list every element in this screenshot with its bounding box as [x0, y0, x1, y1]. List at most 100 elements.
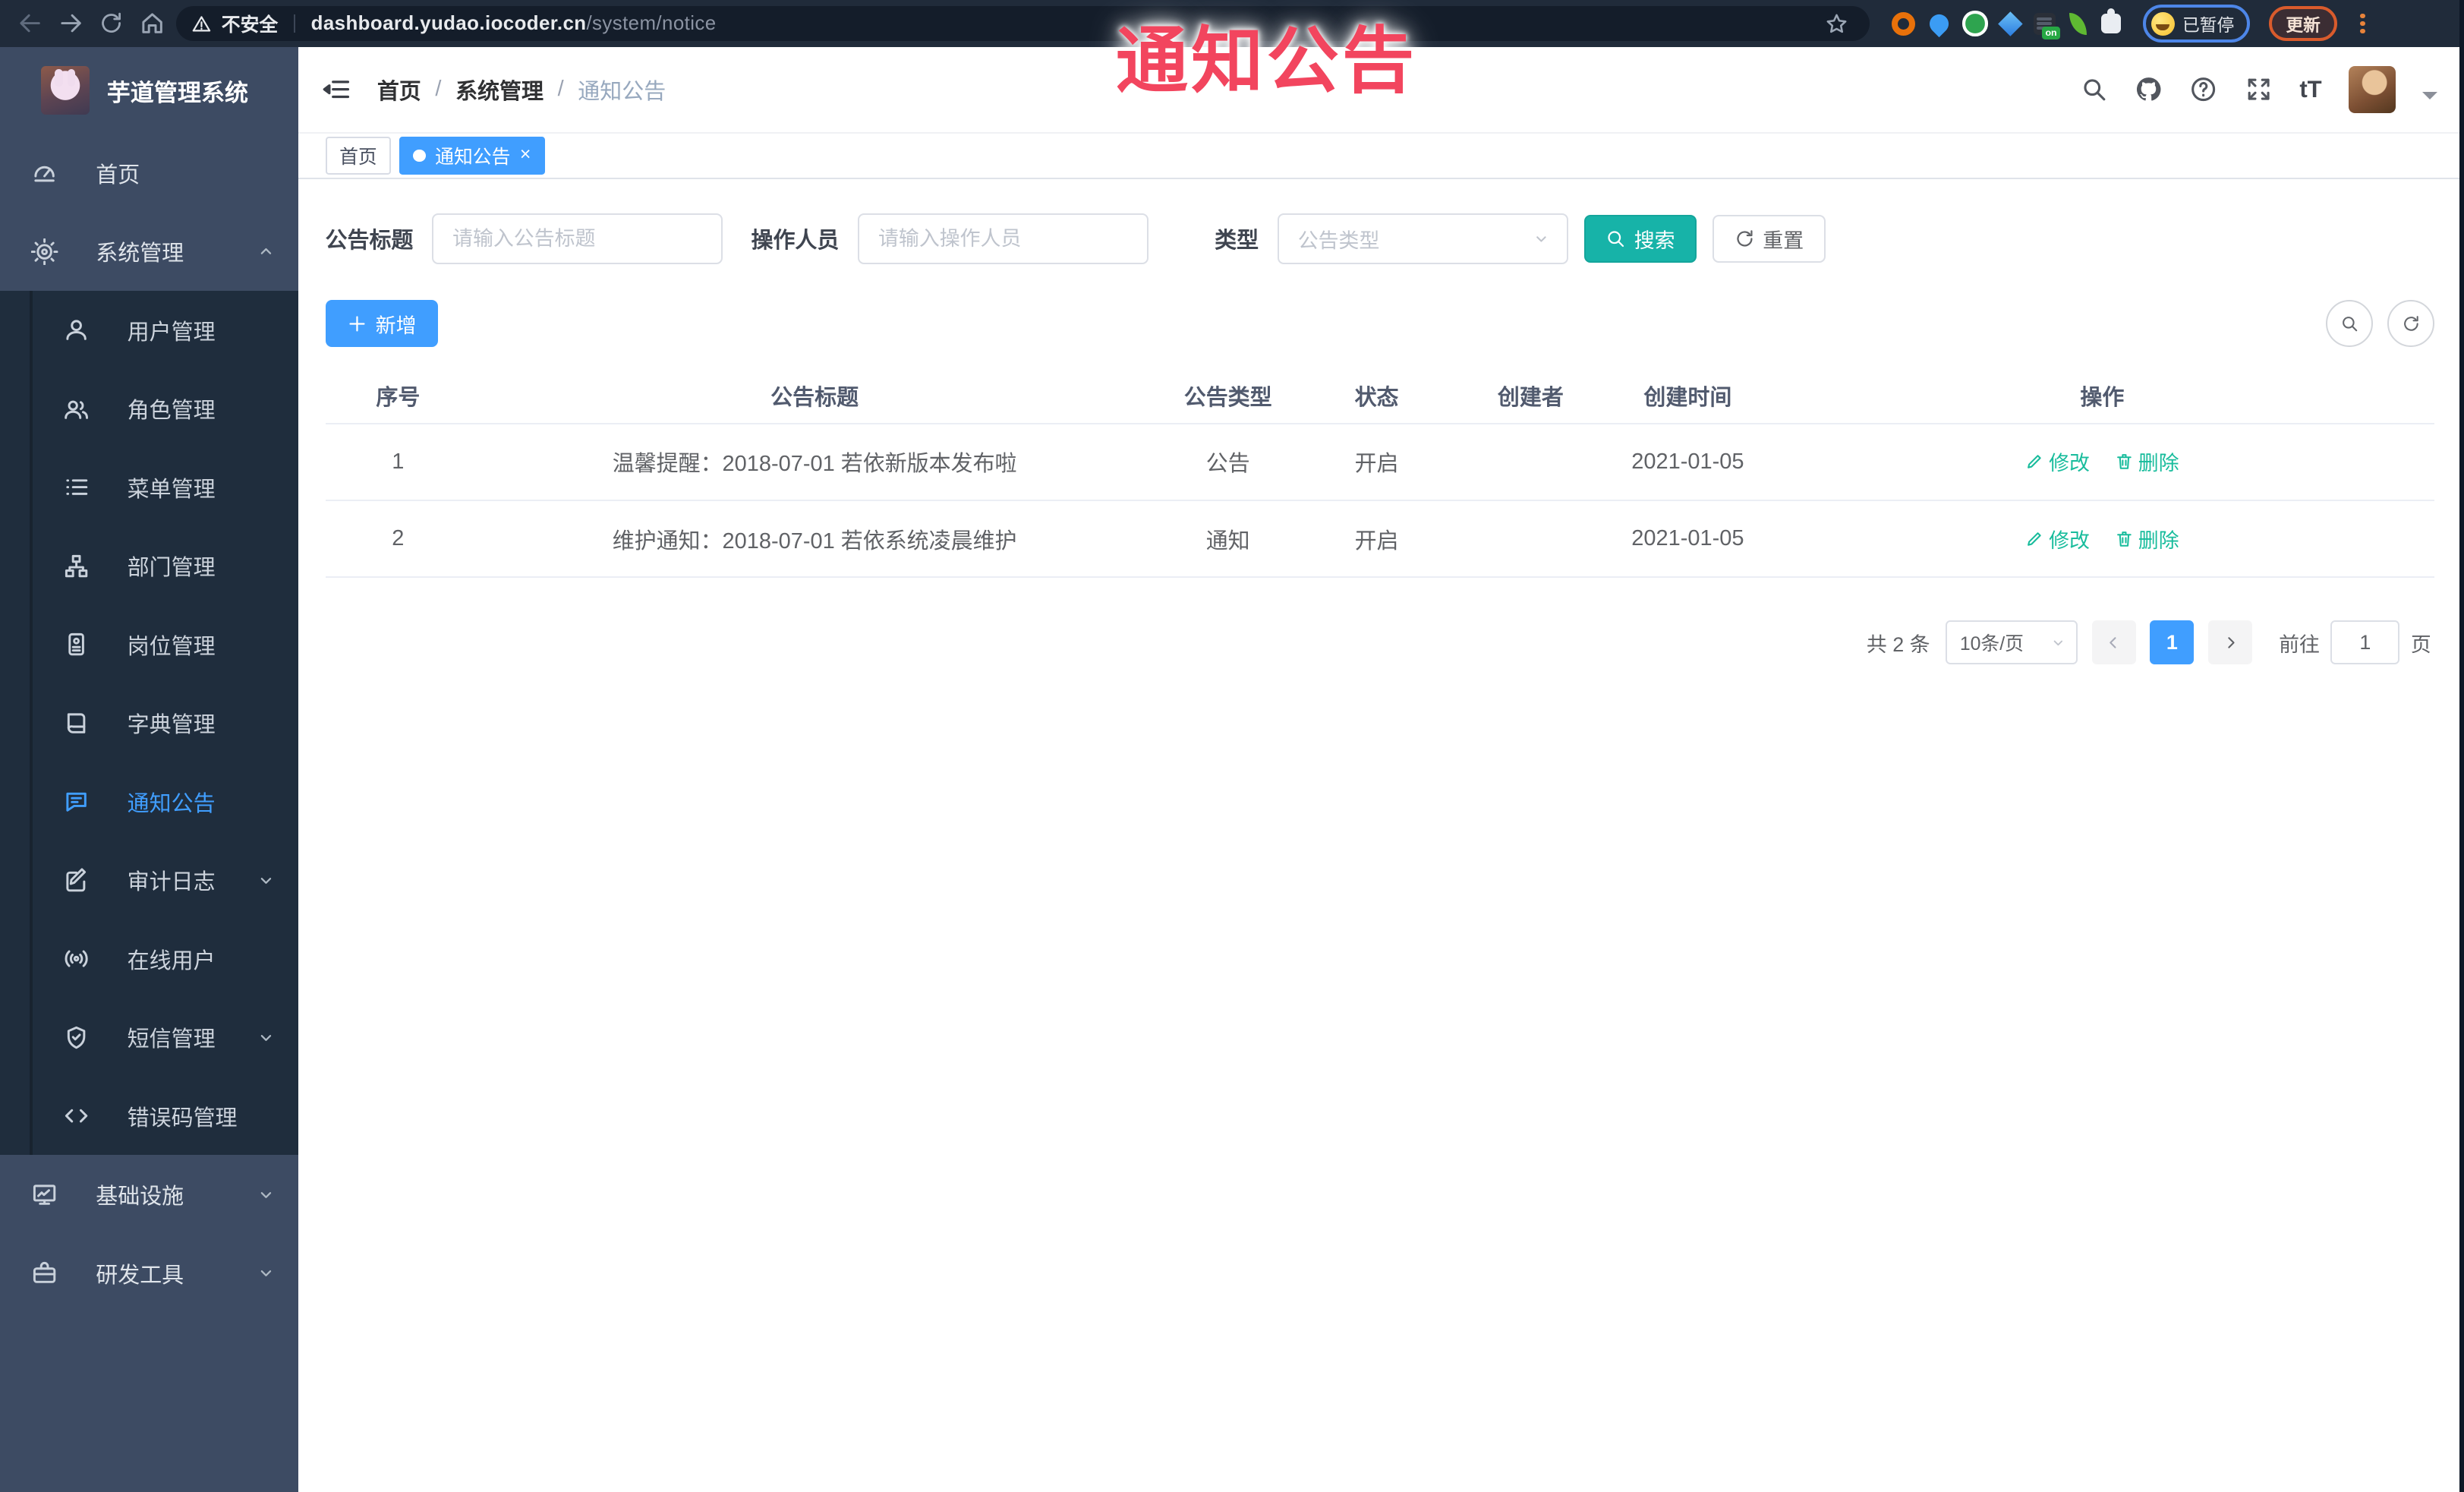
breadcrumb-home[interactable]: 首页 — [377, 74, 421, 106]
page-size-value: 10条/页 — [1959, 634, 2024, 655]
cell-creator — [1455, 423, 1605, 501]
sidebar-item-posts[interactable]: 岗位管理 — [0, 605, 298, 684]
add-button[interactable]: 新增 — [325, 300, 439, 348]
toolbox-icon — [31, 1260, 58, 1286]
sidebar-item-system[interactable]: 系统管理 — [0, 212, 298, 291]
font-size-icon[interactable]: tT — [2299, 76, 2321, 103]
breadcrumb: 首页 / 系统管理 / 通知公告 — [377, 74, 666, 106]
plus-icon — [347, 314, 367, 334]
close-tab-icon[interactable]: × — [520, 146, 531, 165]
sidebar-item-departments[interactable]: 部门管理 — [0, 526, 298, 605]
prev-page-button[interactable] — [2091, 620, 2136, 665]
extension-switch-icon[interactable]: on — [2033, 12, 2060, 39]
search-icon — [2340, 314, 2359, 333]
current-page-button[interactable]: 1 — [2150, 620, 2195, 665]
sidebar-collapse-icon[interactable] — [322, 74, 351, 104]
extension-green-circle-icon[interactable] — [1962, 11, 1988, 36]
search-icon[interactable] — [2080, 75, 2108, 103]
sidebar-item-label: 研发工具 — [96, 1263, 184, 1288]
sidebar-item-audit-log[interactable]: 审计日志 — [0, 841, 298, 919]
cell-status: 开启 — [1297, 423, 1456, 501]
url-text: dashboard.yudao.iocoder.cn/system/notice — [311, 13, 717, 35]
edit-link[interactable]: 修改 — [2025, 524, 2090, 554]
page-size-select[interactable]: 10条/页 — [1946, 620, 2078, 665]
profile-emoji-icon — [2150, 11, 2175, 36]
back-icon[interactable] — [13, 6, 48, 41]
monitor-icon — [31, 1181, 58, 1208]
reset-button[interactable]: 重置 — [1713, 215, 1826, 263]
extension-on-badge: on — [2042, 27, 2060, 39]
filter-type-label: 类型 — [1215, 229, 1259, 254]
sidebar-item-label: 系统管理 — [96, 241, 184, 267]
browser-profile-chip[interactable]: 已暂停 — [2143, 5, 2250, 43]
sidebar-item-label: 部门管理 — [127, 556, 216, 581]
column-header: 状态 — [1297, 369, 1456, 424]
pencil-icon — [2025, 529, 2044, 548]
filter-form: 公告标题 操作人员 类型 公告类型 搜索 重置 — [326, 212, 2434, 265]
sidebar-item-label: 通知公告 — [127, 791, 216, 816]
extension-blue-diamond-icon[interactable] — [1998, 11, 2023, 36]
extension-orange-ring-icon[interactable] — [1892, 11, 1916, 36]
column-header: 创建时间 — [1605, 369, 1770, 424]
browser-menu-icon[interactable] — [2355, 13, 2371, 34]
delete-link[interactable]: 删除 — [2115, 446, 2179, 476]
extension-puzzle-icon[interactable] — [2100, 8, 2122, 34]
url-host: dashboard.yudao.iocoder.cn — [310, 12, 587, 34]
select-placeholder: 公告类型 — [1297, 229, 1380, 252]
search-button[interactable]: 搜索 — [1583, 215, 1697, 263]
breadcrumb-system[interactable]: 系统管理 — [455, 74, 544, 106]
address-bar[interactable]: 不安全 dashboard.yudao.iocoder.cn/system/no… — [175, 6, 1870, 41]
sidebar-item-menus[interactable]: 菜单管理 — [0, 448, 298, 527]
forward-icon[interactable] — [53, 6, 88, 41]
github-icon[interactable] — [2135, 75, 2163, 103]
refresh-icon — [2402, 314, 2421, 333]
sidebar-item-infrastructure[interactable]: 基础设施 — [0, 1155, 298, 1234]
operator-input[interactable] — [858, 213, 1149, 264]
notice-type-select[interactable]: 公告类型 — [1277, 213, 1568, 264]
sidebar-item-online-users[interactable]: 在线用户 — [0, 919, 298, 998]
bookmark-star-icon[interactable] — [1820, 6, 1854, 41]
chevron-down-icon — [256, 1027, 276, 1048]
sidebar-item-label: 角色管理 — [127, 399, 216, 424]
column-header: 操作 — [1769, 369, 2434, 424]
sidebar-item-home[interactable]: 首页 — [0, 134, 298, 213]
sidebar-item-users[interactable]: 用户管理 — [0, 291, 298, 370]
toggle-search-button[interactable] — [2326, 300, 2374, 348]
cell-actions: 修改 删除 — [1769, 423, 2434, 501]
home-icon[interactable] — [135, 6, 170, 41]
app-title: 芋道管理系统 — [106, 79, 249, 106]
refresh-table-button[interactable] — [2387, 300, 2434, 348]
extension-leaf-icon[interactable] — [2069, 12, 2087, 35]
user-avatar[interactable] — [2348, 65, 2396, 114]
cell-created: 2021-01-05 — [1605, 423, 1770, 501]
sidebar-item-sms[interactable]: 短信管理 — [0, 998, 298, 1077]
chevron-up-icon — [256, 241, 276, 262]
tab-notice[interactable]: 通知公告 × — [399, 137, 545, 175]
sidebar-item-roles[interactable]: 角色管理 — [0, 369, 298, 448]
sidebar-item-dev-tools[interactable]: 研发工具 — [0, 1234, 298, 1313]
goto-page-input[interactable] — [2330, 620, 2400, 665]
code-icon — [63, 1102, 90, 1129]
reload-icon[interactable] — [94, 6, 129, 41]
tab-home[interactable]: 首页 — [325, 137, 392, 175]
sidebar-item-notice[interactable]: 通知公告 — [0, 762, 298, 841]
edit-link[interactable]: 修改 — [2025, 446, 2090, 476]
app-logo — [40, 65, 90, 115]
help-icon[interactable] — [2189, 75, 2217, 103]
fullscreen-icon[interactable] — [2245, 75, 2273, 103]
user-menu-caret-icon[interactable] — [2422, 92, 2438, 99]
trash-icon — [2115, 529, 2134, 548]
sidebar-item-error-codes[interactable]: 错误码管理 — [0, 1077, 298, 1156]
notice-title-input[interactable] — [432, 213, 723, 264]
cell-no: 2 — [325, 500, 471, 579]
delete-link[interactable]: 删除 — [2115, 524, 2179, 554]
sidebar-item-label: 字典管理 — [127, 713, 216, 738]
sidebar-item-dictionary[interactable]: 字典管理 — [0, 683, 298, 762]
next-page-button[interactable] — [2207, 620, 2252, 665]
table-header-row: 序号 公告标题 公告类型 状态 创建者 创建时间 操作 — [325, 369, 2434, 424]
cell-created: 2021-01-05 — [1605, 500, 1770, 579]
browser-update-button[interactable]: 更新 — [2268, 6, 2338, 41]
extension-blue-drop-icon[interactable] — [1925, 10, 1952, 37]
security-label: 不安全 — [221, 15, 279, 36]
sidebar-item-label: 在线用户 — [127, 948, 216, 973]
